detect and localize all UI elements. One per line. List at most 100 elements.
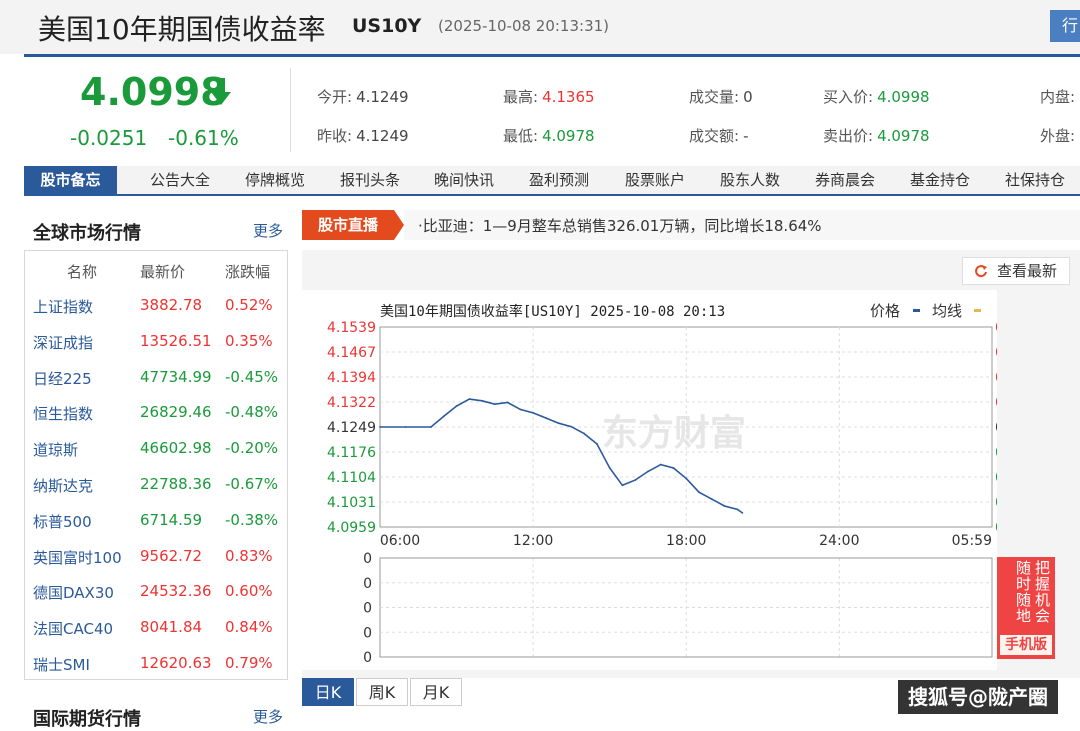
tab-week-k[interactable]: 周K (356, 678, 408, 706)
nav-item-active[interactable]: 股市备忘 (24, 166, 117, 194)
price-point (710, 498, 713, 500)
y-tick-right: 0.53% (995, 495, 997, 511)
market-row-name[interactable]: 瑞士SMI (33, 654, 90, 675)
legend-swatch-ma (974, 309, 981, 312)
y-tick-left: 4.1249 (327, 420, 376, 436)
legend-label-price: 价格 (870, 302, 900, 320)
market-row-price: 3882.78 (140, 296, 203, 314)
market-row-name[interactable]: 德国DAX30 (33, 582, 114, 603)
quote-divider (290, 68, 291, 152)
quote-item-value: 0 (743, 88, 753, 106)
market-row-name[interactable]: 英国富时100 (33, 547, 122, 568)
price-point (570, 425, 573, 428)
market-row-name[interactable]: 纳斯达克 (33, 475, 93, 496)
price-point (493, 403, 496, 406)
y-tick-left: 4.1031 (327, 495, 376, 511)
nav-item[interactable]: 券商晨会 (815, 166, 875, 194)
market-row-price: 12620.63 (140, 654, 212, 672)
quote-item-value: 4.1249 (356, 127, 409, 145)
tab-day-k[interactable]: 日K (302, 678, 354, 706)
mobile-promo-badge[interactable]: 把握机会 随时随地 手机版 (997, 557, 1055, 659)
quote-item-label: 最高: (503, 88, 539, 106)
nav-item[interactable]: 股票账户 (625, 166, 685, 194)
quote-item-label: 成交量: (689, 88, 740, 106)
nav-item[interactable]: 盈利预测 (529, 166, 589, 194)
market-row-pct: -0.48% (225, 403, 279, 422)
price-point (741, 511, 744, 514)
col-header-pct: 涨跌幅 (225, 263, 271, 281)
chart-title: 美国10年期国债收益率[US10Y] 2025-10-08 20:13 (380, 303, 725, 320)
price-point (481, 399, 483, 402)
market-row-price: 13526.51 (140, 331, 212, 350)
market-row-pct: 0.79% (225, 654, 273, 672)
market-row-pct: -0.20% (225, 439, 279, 458)
nav-item[interactable]: 停牌概览 (245, 166, 305, 194)
market-row-price: 47734.99 (140, 367, 212, 386)
col-header-price: 最新价 (140, 263, 186, 281)
market-row-name[interactable]: 法国CAC40 (33, 618, 113, 639)
market-row-price: 6714.59 (140, 510, 203, 529)
quote-item: 最高: 4.1365 (503, 86, 595, 107)
quote-item: 成交额: - (689, 125, 748, 146)
price-point (544, 417, 547, 419)
market-row-name[interactable]: 标普500 (33, 511, 92, 532)
chart-watermark: 东方财富 (602, 412, 746, 454)
market-row-pct: 0.52% (225, 296, 273, 314)
market-row-pct: 0.83% (225, 546, 273, 565)
quote-item: 外盘: (1040, 125, 1079, 146)
price-point (736, 508, 739, 511)
live-tag[interactable]: 股市直播 (302, 210, 394, 240)
price-point (455, 405, 458, 407)
market-row-pct: 0.84% (225, 618, 273, 637)
quote-item-label: 外盘: (1040, 127, 1076, 145)
volume-y-tick: 0 (363, 576, 372, 592)
y-tick-left: 4.1176 (327, 445, 376, 461)
live-ticker-text[interactable]: ·比亚迪：1—9月整车总销售326.01万辆，同比增长18.64% (418, 215, 822, 236)
quote-item: 最低: 4.0978 (503, 125, 595, 146)
price-point (557, 422, 560, 425)
nav-item[interactable]: 社保持仓 (1005, 166, 1065, 194)
price-point (647, 470, 649, 473)
price-point (596, 442, 598, 445)
quote-item-value: 4.0978 (877, 127, 930, 145)
last-price: 4.0998 (80, 70, 227, 114)
market-row-price: 9562.72 (140, 546, 203, 565)
price-point (583, 432, 586, 435)
y-tick-left: 4.1539 (327, 320, 376, 336)
quote-item: 今开: 4.1249 (317, 86, 409, 107)
market-more-link[interactable]: 更多 (253, 220, 283, 241)
header-action-button[interactable]: 行 (1050, 10, 1080, 42)
market-row-name[interactable]: 日经225 (33, 368, 92, 389)
nav-item[interactable]: 晚间快讯 (434, 166, 494, 194)
promo-subtext: 手机版 (1000, 635, 1052, 655)
price-point (608, 467, 611, 469)
futures-panel-title: 国际期货行情 (33, 709, 141, 730)
quote-item: 卖出价: 4.0978 (823, 125, 930, 146)
market-row-price: 22788.36 (140, 475, 212, 493)
price-point (672, 467, 675, 469)
price-point (532, 411, 535, 414)
nav-item[interactable]: 公告大全 (150, 166, 210, 194)
nav-item[interactable]: 股东人数 (720, 166, 780, 194)
quote-item-value: - (743, 127, 749, 145)
quote-item: 内盘: (1040, 86, 1079, 107)
nav-item[interactable]: 报刊头条 (340, 166, 400, 194)
quote-item-value: 4.1365 (542, 88, 595, 106)
quote-item: 昨收: 4.1249 (317, 125, 409, 146)
y-tick-right: 0.00% (995, 420, 997, 436)
y-tick-right: 0.35% (995, 470, 997, 486)
page-title: 美国10年期国债收益率 (38, 13, 326, 46)
quote-item-label: 成交额: (689, 127, 740, 145)
price-point (698, 491, 700, 494)
market-row-name[interactable]: 道琼斯 (33, 439, 78, 460)
tab-month-k[interactable]: 月K (410, 678, 462, 706)
down-arrow-icon (211, 78, 231, 105)
market-row-name[interactable]: 深证成指 (33, 332, 93, 353)
market-row-name[interactable]: 上证指数 (33, 296, 93, 317)
symbol-code: US10Y (352, 15, 422, 37)
intraday-chart[interactable]: 美国10年期国债收益率[US10Y] 2025-10-08 20:13 价格 均线东… (302, 290, 997, 670)
price-point (430, 426, 432, 428)
quote-item-label: 买入价: (823, 88, 874, 106)
market-row-name[interactable]: 恒生指数 (33, 403, 93, 424)
nav-item[interactable]: 基金持仓 (910, 166, 970, 194)
